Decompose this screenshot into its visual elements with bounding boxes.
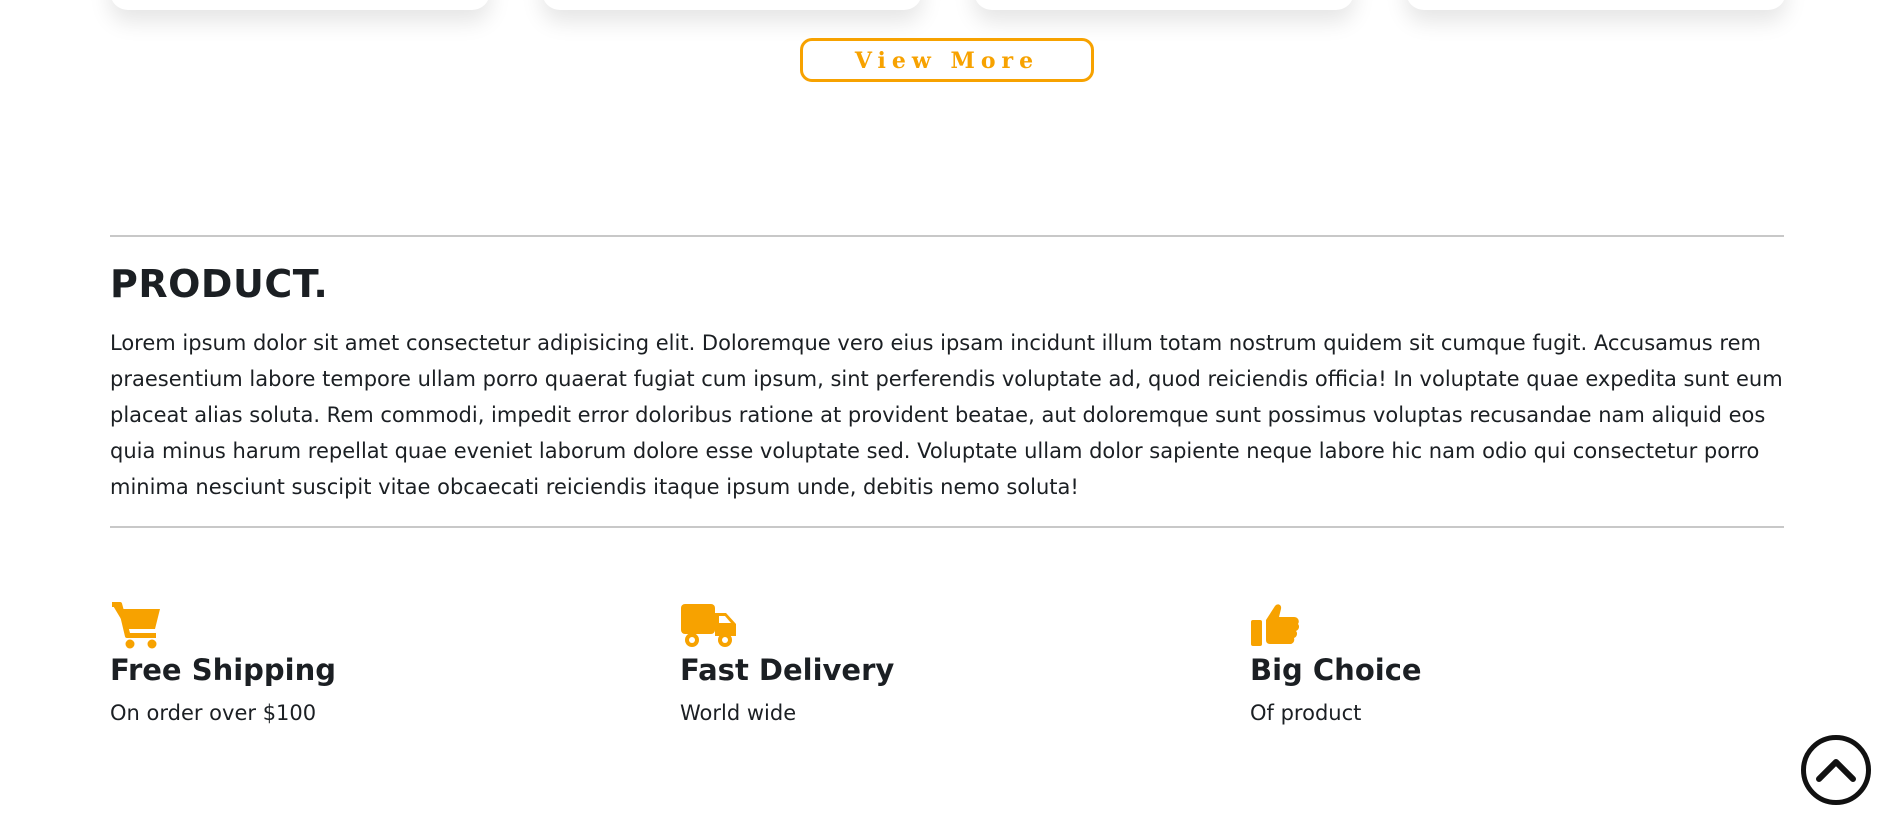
feature-title: Free Shipping [110,653,337,687]
product-card[interactable] [110,0,490,10]
page: View More PRODUCT. Lorem ipsum dolor sit… [0,0,1891,829]
feature-title: Fast Delivery [680,653,895,687]
divider [110,526,1784,528]
divider [110,235,1784,237]
feature-big-choice: Big Choice Of product [1250,600,1770,728]
view-more-button[interactable]: View More [800,38,1094,82]
thumbs-up-icon [1250,600,1306,650]
product-cards-strip [110,0,1786,20]
chevron-up-icon [1816,759,1856,782]
feature-subtitle: Of product [1250,701,1362,725]
product-card[interactable] [542,0,922,10]
feature-subtitle: World wide [680,701,797,725]
product-card[interactable] [1406,0,1786,10]
feature-subtitle: On order over $100 [110,701,317,725]
shopping-cart-icon [110,600,166,650]
scroll-to-top-button[interactable] [1801,735,1871,805]
truck-icon [680,600,736,650]
product-title: PRODUCT. [110,262,329,306]
product-description: Lorem ipsum dolor sit amet consectetur a… [110,331,1783,499]
product-card[interactable] [974,0,1354,10]
features-section: Free Shipping On order over $100 Fast De… [110,600,1810,740]
feature-free-shipping: Free Shipping On order over $100 [110,600,630,728]
feature-fast-delivery: Fast Delivery World wide [680,600,1200,728]
feature-title: Big Choice [1250,653,1422,687]
